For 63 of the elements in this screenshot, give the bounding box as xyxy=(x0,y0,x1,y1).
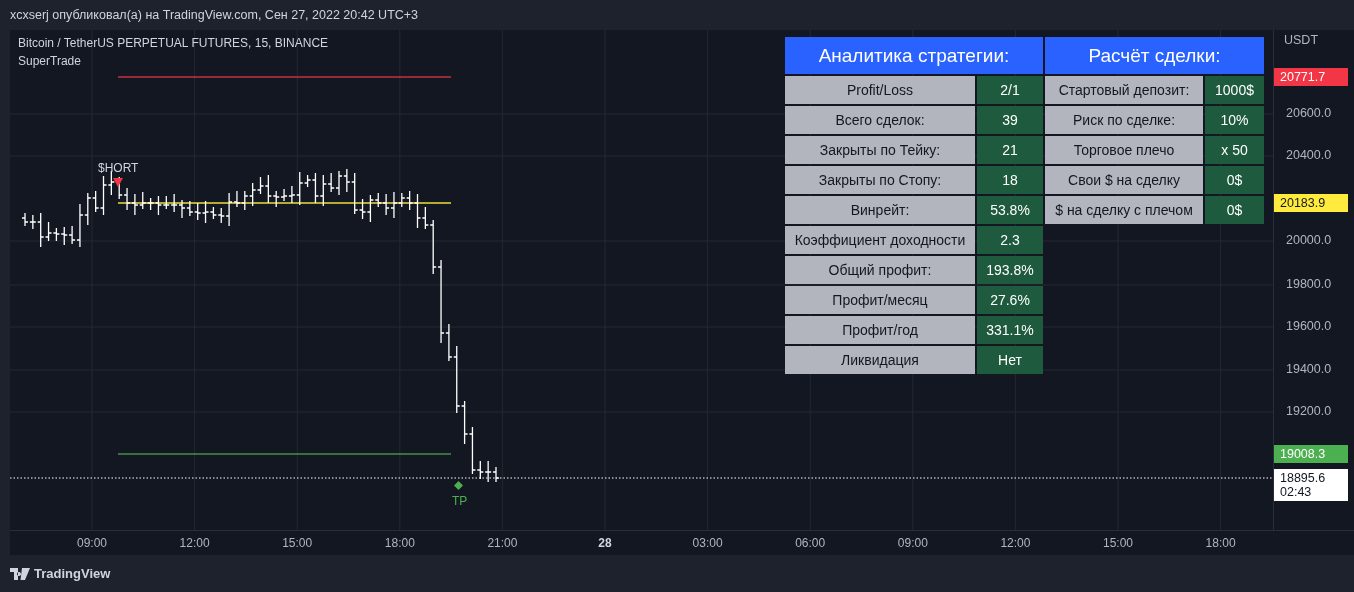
table-cell: 2.3 xyxy=(977,226,1043,254)
price-tick: 20000.0 xyxy=(1286,233,1332,247)
time-tick: 21:00 xyxy=(486,536,519,550)
time-tick: 03:00 xyxy=(691,536,724,550)
table-cell: 193.8% xyxy=(977,256,1043,284)
currency-label: USDT xyxy=(1284,33,1319,47)
symbol-title: Bitcoin / TetherUS PERPETUAL FUTURES, 15, BINANCE xyxy=(18,36,329,50)
time-tick: 18:00 xyxy=(1204,536,1237,550)
time-tick: 15:00 xyxy=(281,536,314,550)
signal-label: $HORT xyxy=(98,161,139,175)
indicator-name: SuperTrade xyxy=(18,54,82,68)
price-tick: 19600.0 xyxy=(1286,319,1332,333)
table-cell: Свои $ на сделку xyxy=(1045,166,1203,194)
table-cell: Profit/Loss xyxy=(785,76,975,104)
table-cell: 0$ xyxy=(1205,196,1264,224)
table-cell: 39 xyxy=(977,106,1043,134)
table-cell: 10% xyxy=(1205,106,1264,134)
time-tick: 09:00 xyxy=(76,536,108,550)
table-cell: 0$ xyxy=(1205,166,1264,194)
price-tag: 20183.9 xyxy=(1274,194,1348,212)
price-tag: 20771.7 xyxy=(1274,68,1348,86)
price-tag: 18895.6 02:43 xyxy=(1274,469,1348,501)
time-tick: 12:00 xyxy=(178,536,211,550)
logo-icon xyxy=(10,567,30,580)
time-tick: 15:00 xyxy=(1102,536,1134,550)
signal-label: TP xyxy=(452,494,468,508)
table-cell: 331.1% xyxy=(977,316,1043,344)
price-tick: 20600.0 xyxy=(1286,106,1332,120)
table-cell: Закрыты по Стопу: xyxy=(785,166,975,194)
time-tick: 18:00 xyxy=(383,536,416,550)
table-cell: Винрейт: xyxy=(785,196,975,224)
table-header: Аналитика стратегии: xyxy=(785,37,1043,74)
table-cell: Стартовый депозит: xyxy=(1045,76,1203,104)
table-cell: Закрыты по Тейку: xyxy=(785,136,975,164)
table-cell: Ликвидация xyxy=(785,346,975,374)
table-cell: Торговое плечо xyxy=(1045,136,1203,164)
publish-info: xcxserj опубликовал(а) на TradingView.com, Сен 27, 2022 20:42 UTC+3 xyxy=(10,8,419,22)
table-cell: x 50 xyxy=(1205,136,1264,164)
price-tick: 19800.0 xyxy=(1286,277,1332,291)
price-tick: 19400.0 xyxy=(1286,362,1332,376)
time-tick: 12:00 xyxy=(999,536,1032,550)
table-header: Расчёт сделки: xyxy=(1045,37,1264,74)
table-cell: Коэффициент доходности xyxy=(785,226,975,254)
table-cell: 18 xyxy=(977,166,1043,194)
table-cell: 21 xyxy=(977,136,1043,164)
price-tag: 19008.3 xyxy=(1274,445,1348,463)
table-cell: 27.6% xyxy=(977,286,1043,314)
brand-name: TradingView xyxy=(34,566,111,581)
time-tick: 06:00 xyxy=(794,536,827,550)
price-tick: 20400.0 xyxy=(1286,148,1332,162)
price-tick: 19200.0 xyxy=(1286,404,1332,418)
table-cell: Профит/месяц xyxy=(785,286,975,314)
table-cell: $ на сделку с плечом xyxy=(1045,196,1203,224)
table-cell: Профит/год xyxy=(785,316,975,344)
table-cell: 53.8% xyxy=(977,196,1043,224)
table-cell: Общий профит: xyxy=(785,256,975,284)
table-cell: 1000$ xyxy=(1205,76,1264,104)
table-cell: 2/1 xyxy=(977,76,1043,104)
table-cell: Риск по сделке: xyxy=(1045,106,1203,134)
table-cell: Нет xyxy=(977,346,1043,374)
time-tick: 28 xyxy=(597,536,613,550)
table-cell: Всего сделок: xyxy=(785,106,975,134)
time-tick: 09:00 xyxy=(896,536,929,550)
